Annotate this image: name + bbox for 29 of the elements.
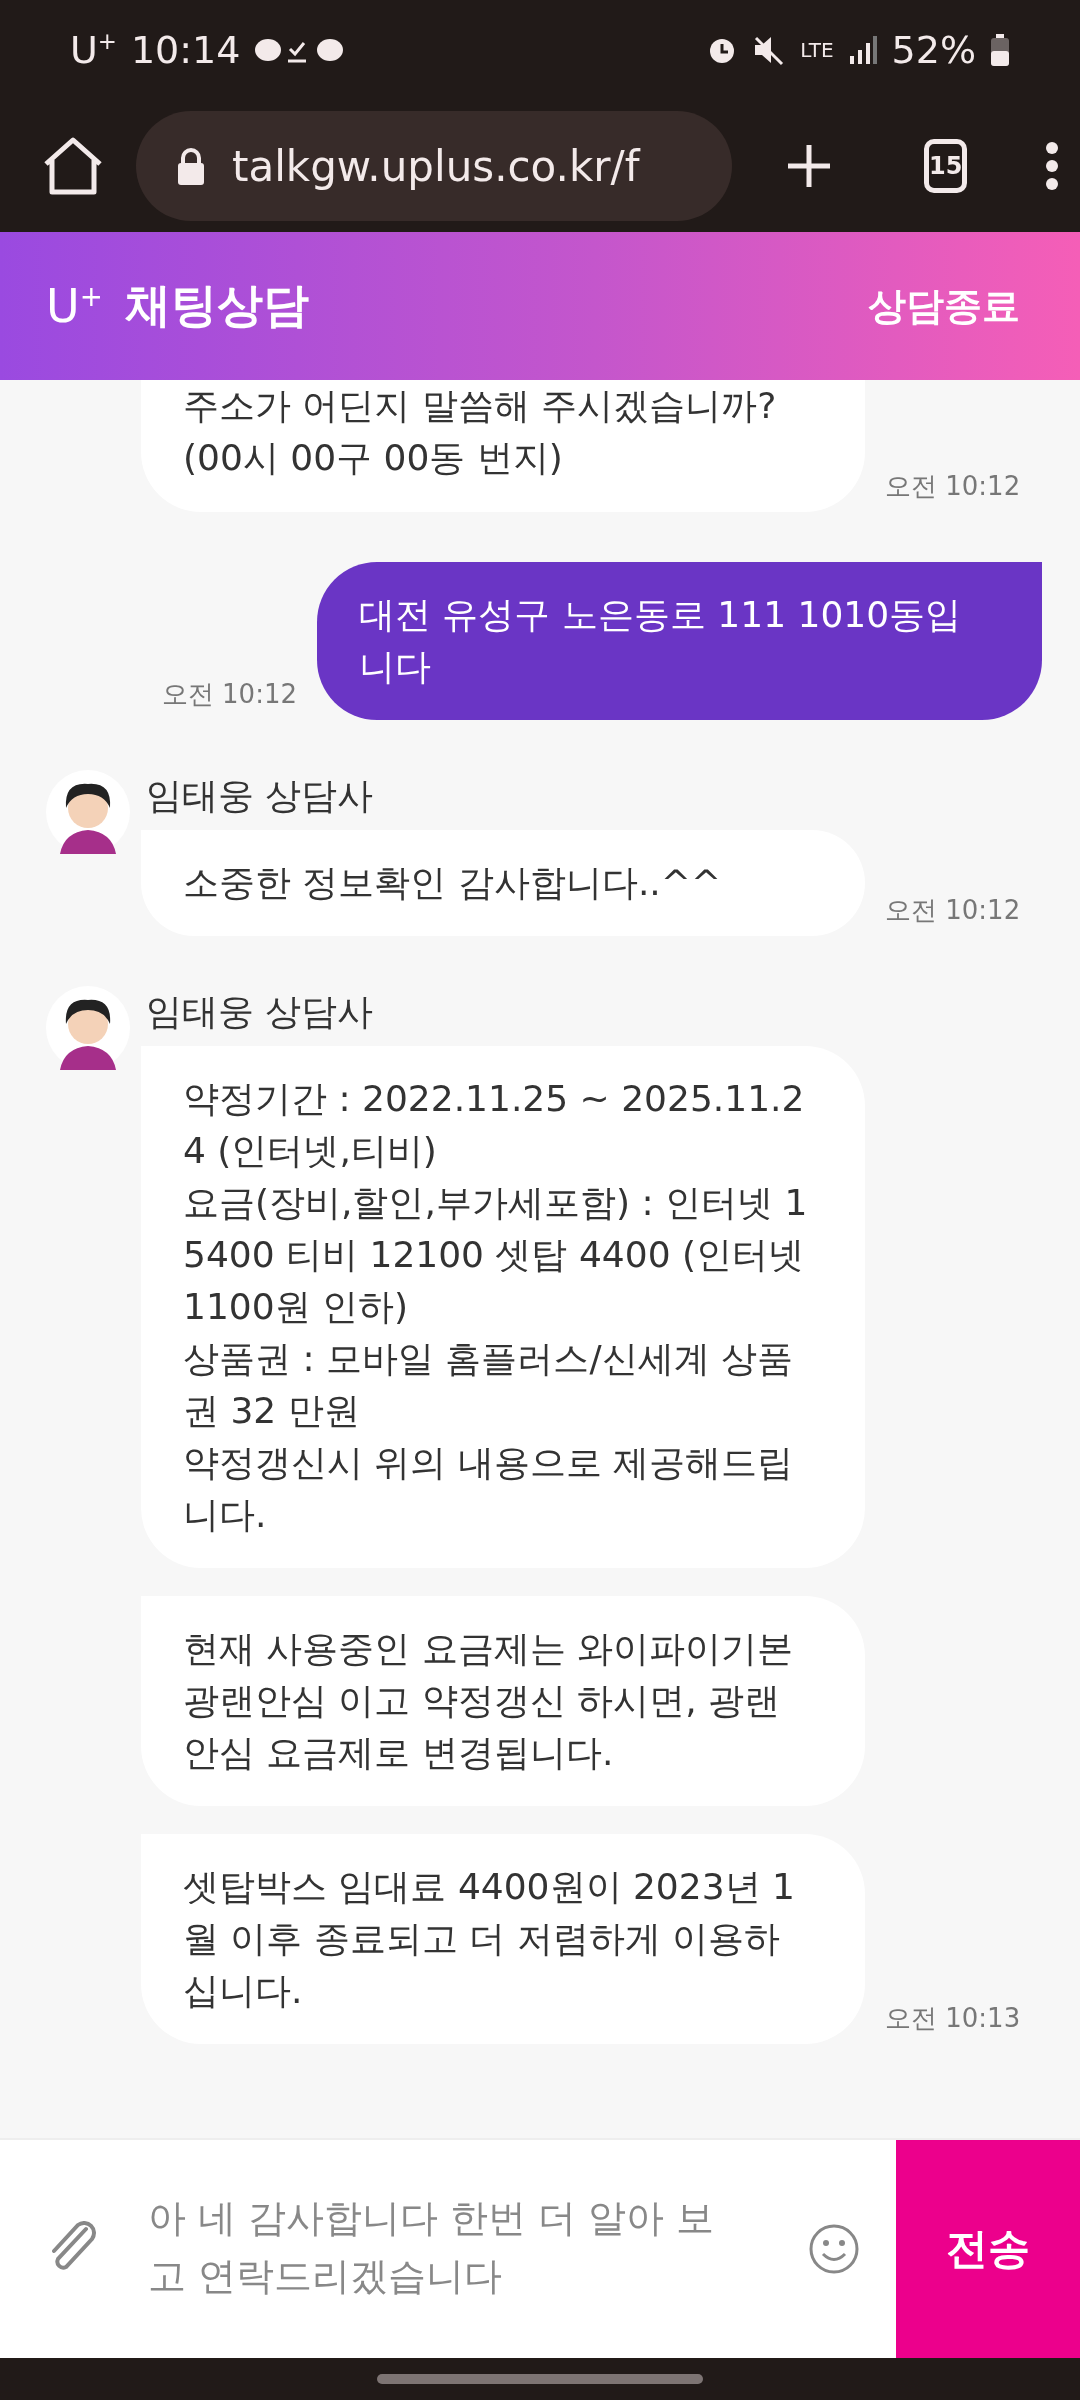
- message-bubble: 주소가 어딘지 말씀해 주시겠습니까? (00시 00구 00동 번지): [141, 380, 865, 512]
- avatar-icon: [46, 770, 130, 854]
- status-time: 10:14: [130, 28, 241, 72]
- message-time: 오전 10:12: [885, 470, 1021, 503]
- signal-icon: [847, 34, 878, 66]
- message-time: 오전 10:12: [885, 894, 1021, 927]
- avatar-icon: [46, 986, 130, 1070]
- message-bubble: 셋탑박스 임대료 4400원이 2023년 1 월 이후 종료되고 더 저렴하게 이용하 십니다.: [141, 1834, 865, 2044]
- message-bubble: 소중한 정보확인 감사합니다..^^: [141, 830, 865, 936]
- message-bubble: 현재 사용중인 요금제는 와이파이기본 광랜안심 이고 약정갱신 하시면, 광랜 안심 요금제로 변경됩니다.: [141, 1596, 865, 1806]
- battery-icon: [990, 34, 1010, 66]
- url-field[interactable]: talkgw.uplus.co.kr/f: [136, 111, 732, 221]
- network-label: LTE: [800, 38, 834, 62]
- message-time: 오전 10:12: [161, 678, 297, 711]
- emoji-icon[interactable]: [808, 2223, 860, 2275]
- message-bubble: 대전 유성구 노은동로 111 1010동입 니다: [317, 562, 1042, 720]
- agent-name: 임태웅 상담사: [146, 774, 374, 818]
- message-time: 오전 10:13: [885, 2002, 1021, 2035]
- carrier-label: U$^{+}$: [70, 28, 117, 72]
- message-bubble: 약정기간 : 2022.11.25 ~ 2025.11.2 4 (인터넷,티비) 요금(장비,할인,부가세포함) : 인터넷 1 5400 티비 12100 셋탑 4400 (인터넷 1100원 인하) 상품권 : 모바일 홈플러스/신세계 상품 권 32 만원 약정갱신시 위의 내용으로 제공해드립 니다.: [141, 1046, 865, 1568]
- agent-name: 임태웅 상담사: [146, 990, 374, 1034]
- send-button[interactable]: 전송: [896, 2140, 1080, 2358]
- lock-icon: [176, 146, 206, 186]
- header-title: 채팅상담: [124, 277, 310, 334]
- menu-button[interactable]: [1045, 141, 1060, 191]
- logo: U$^{+}$: [46, 279, 103, 333]
- home-handle[interactable]: [377, 2374, 703, 2384]
- battery-percent: 52%: [891, 28, 976, 72]
- tab-count-button[interactable]: 15: [924, 139, 968, 193]
